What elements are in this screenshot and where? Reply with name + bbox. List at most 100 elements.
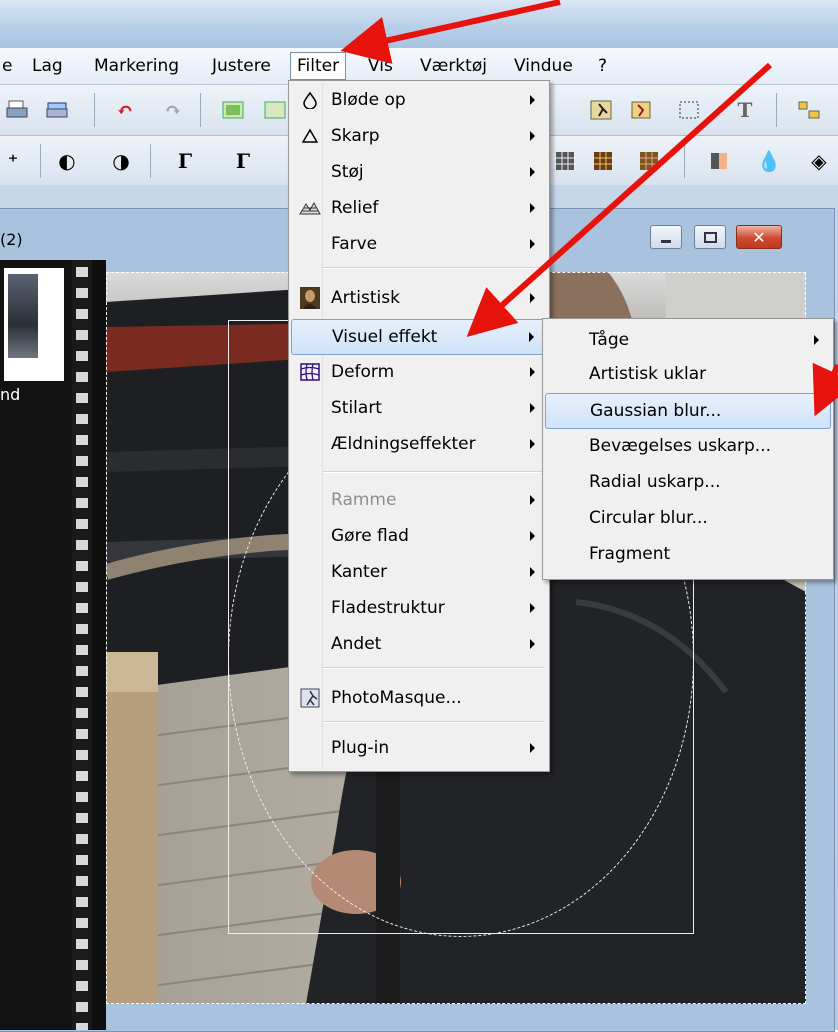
print-icon[interactable] xyxy=(4,97,30,123)
menu-item-label: Fladestruktur xyxy=(331,598,445,618)
film-strip xyxy=(72,260,92,1030)
menu-item-deform[interactable]: Deform xyxy=(291,355,547,389)
thumbnail-label: nd xyxy=(0,385,21,404)
menu-item-label: Andet xyxy=(331,634,382,654)
submenu-arrow-icon xyxy=(530,203,535,213)
stamp-icon[interactable] xyxy=(628,97,654,123)
film-strip-edge xyxy=(92,260,106,1030)
menu-item-label: Ældningseffekter xyxy=(331,434,476,454)
menu-item-label: Artistisk uklar xyxy=(589,364,707,384)
relief-icon xyxy=(299,197,321,219)
submenu-item-fragment[interactable]: Fragment xyxy=(545,537,831,571)
menu-item-label: Gaussian blur... xyxy=(590,401,722,421)
mona-lisa-icon xyxy=(299,287,321,309)
submenu-arrow-icon xyxy=(530,131,535,141)
menu-item-skarp[interactable]: Skarp xyxy=(291,119,547,153)
menu-item-plug-in[interactable]: Plug-in xyxy=(291,731,547,765)
scanner-icon[interactable] xyxy=(44,97,70,123)
grid-deform-icon xyxy=(299,361,321,383)
menu-item-label: Relief xyxy=(331,198,379,218)
marquee-select-icon[interactable] xyxy=(676,97,702,123)
menu-vindue[interactable]: Vindue xyxy=(508,53,579,79)
menu-item-andet[interactable]: Andet xyxy=(291,627,547,661)
image-icon[interactable] xyxy=(220,97,246,123)
submenu-arrow-icon xyxy=(530,603,535,613)
submenu-arrow-icon xyxy=(530,95,535,105)
menu-markering[interactable]: Markering xyxy=(88,53,185,79)
undo-icon[interactable]: ↶ xyxy=(112,97,138,123)
menu-item-label: Artistisk xyxy=(331,288,400,308)
submenu-item-taage[interactable]: Tåge xyxy=(545,323,831,357)
submenu-item-circular-blur[interactable]: Circular blur... xyxy=(545,501,831,535)
menu-item-aeldningseffekter[interactable]: Ældningseffekter xyxy=(291,427,547,461)
grid-color-icon[interactable] xyxy=(590,148,616,174)
restore-icon xyxy=(703,231,717,243)
figure-icon[interactable] xyxy=(588,97,614,123)
redo-icon[interactable]: ↷ xyxy=(160,97,186,123)
menu-item-label: Bevægelses uskarp... xyxy=(589,436,772,456)
menu-item-artistisk[interactable]: Artistisk xyxy=(291,281,547,315)
submenu-item-bevaegelses-uskarp[interactable]: Bevægelses uskarp... xyxy=(545,429,831,463)
text-tool-icon[interactable]: T xyxy=(732,97,758,123)
submenu-arrow-icon xyxy=(530,531,535,541)
submenu-arrow-icon xyxy=(814,335,819,345)
menu-item-label: Plug-in xyxy=(331,738,390,758)
grid-small-icon[interactable] xyxy=(552,148,578,174)
menu-item-relief[interactable]: Relief xyxy=(291,191,547,225)
submenu-arrow-icon xyxy=(529,332,534,342)
menu-item-stilart[interactable]: Stilart xyxy=(291,391,547,425)
menu-item-label: Gøre flad xyxy=(331,526,409,546)
close-button[interactable]: ✕ xyxy=(736,225,782,249)
restore-button[interactable] xyxy=(694,225,726,249)
minimize-button[interactable] xyxy=(650,225,682,249)
submenu-item-radial-uskarp[interactable]: Radial uskarp... xyxy=(545,465,831,499)
submenu-arrow-icon xyxy=(530,403,535,413)
drop-outline-icon xyxy=(299,89,321,111)
layers-icon[interactable] xyxy=(262,97,288,123)
submenu-arrow-icon xyxy=(530,239,535,249)
menu-item-label: Visuel effekt xyxy=(332,327,438,347)
menu-lag[interactable]: Lag xyxy=(26,53,69,79)
menu-item-farve[interactable]: Farve xyxy=(291,227,547,261)
drop-icon[interactable]: 💧 xyxy=(756,148,782,174)
menu-justere[interactable]: Justere xyxy=(206,53,277,79)
half-tone-icon[interactable] xyxy=(706,148,732,174)
menu-item-visuel-effekt[interactable]: Visuel effekt xyxy=(291,319,547,355)
grid-warm-icon[interactable] xyxy=(636,148,662,174)
menu-item-label: Deform xyxy=(331,362,395,382)
menu-item-label: Radial uskarp... xyxy=(589,472,721,492)
menu-file[interactable]: e xyxy=(0,53,18,79)
menu-item-label: PhotoMasque... xyxy=(331,688,462,708)
minimize-icon xyxy=(661,239,671,243)
align-icon[interactable] xyxy=(796,97,822,123)
menu-item-label: Ramme xyxy=(331,490,397,510)
menu-item-label: Tåge xyxy=(589,330,630,350)
menu-item-stoej[interactable]: Støj xyxy=(291,155,547,189)
menu-vaerktoej[interactable]: Værktøj xyxy=(414,53,493,79)
menu-item-label: Stilart xyxy=(331,398,382,418)
submenu-item-gaussian-blur[interactable]: Gaussian blur... xyxy=(545,393,831,429)
submenu-arrow-icon xyxy=(530,293,535,303)
submenu-item-artistisk-uklar[interactable]: Artistisk uklar xyxy=(545,357,831,391)
menu-item-bloede-op[interactable]: Bløde op xyxy=(291,83,547,117)
submenu-arrow-icon xyxy=(530,439,535,449)
contrast-plus-icon[interactable]: ◑ xyxy=(108,148,134,174)
drops-icon[interactable]: ◈ xyxy=(806,148,832,174)
menu-item-goere-flad[interactable]: Gøre flad xyxy=(291,519,547,553)
menu-help[interactable]: ? xyxy=(592,53,613,79)
contrast-minus-icon[interactable]: ◐ xyxy=(54,148,80,174)
submenu-arrow-icon xyxy=(530,639,535,649)
menu-item-kanter[interactable]: Kanter xyxy=(291,555,547,589)
gamma-minus-icon[interactable]: Γ xyxy=(172,148,198,174)
menu-item-label: Circular blur... xyxy=(589,508,708,528)
menu-item-label: Farve xyxy=(331,234,378,254)
menu-item-label: Bløde op xyxy=(331,90,406,110)
brightness-plus-icon[interactable]: ⁺ xyxy=(0,148,26,174)
visual-effect-submenu: Tåge Artistisk uklar Gaussian blur... Be… xyxy=(542,318,834,580)
menu-filter[interactable]: Filter xyxy=(290,52,347,80)
filter-menu: Bløde op Skarp Støj Relief Farve Artisti… xyxy=(288,80,550,772)
menu-vis[interactable]: Vis xyxy=(362,53,399,79)
menu-item-fladestruktur[interactable]: Fladestruktur xyxy=(291,591,547,625)
menu-item-photomasque[interactable]: PhotoMasque... xyxy=(291,681,547,715)
gamma-plus-icon[interactable]: Γ xyxy=(230,148,256,174)
